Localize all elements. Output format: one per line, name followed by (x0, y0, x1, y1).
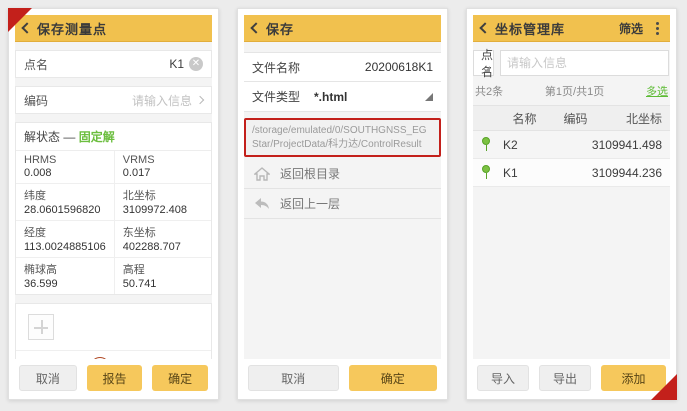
file-name-value: 20200618K1 (365, 60, 433, 74)
clear-icon[interactable]: ✕ (189, 57, 203, 71)
header-name: 名称 (499, 110, 550, 127)
metric-vrms: VRMS0.017 (115, 151, 211, 183)
appbar-coordinate-library: 坐标管理库 筛选 (473, 15, 670, 42)
metric-east: 东坐标402288.707 (115, 220, 211, 257)
solution-panel: 解状态 — 固定解 HRMS0.008 VRMS0.017 纬度28.06015… (15, 122, 212, 295)
header-north: 北坐标 (601, 110, 670, 127)
point-name-label: 点名 (24, 56, 48, 73)
multi-select-link[interactable]: 多选 (646, 83, 668, 99)
metric-elevation: 高程50.741 (115, 257, 211, 294)
point-pin-icon (481, 137, 491, 152)
row-name: K2 (499, 138, 545, 152)
row-north: 3109944.236 (592, 166, 670, 180)
photo-thumbnail-area (16, 304, 211, 351)
point-name-field[interactable]: 点名 K1 ✕ (15, 50, 212, 78)
point-name-value: K1 (169, 57, 184, 71)
code-label: 编码 (24, 92, 48, 109)
annotation-corner-red-icon (651, 374, 677, 400)
export-button[interactable]: 导出 (539, 365, 591, 391)
home-icon (254, 167, 270, 181)
back-arrow-icon (254, 197, 270, 211)
screenshot-stage: 保存测量点 点名 K1 ✕ 编码 请输入信息 解状态 — 固定解 (0, 0, 687, 411)
photo-panel: 拍照 (15, 303, 212, 359)
search-input[interactable] (500, 50, 669, 76)
table-row[interactable]: K2 3109941.498 (473, 131, 670, 159)
table-header: 名称 编码 北坐标 (473, 105, 670, 131)
ok-button[interactable]: 确定 (349, 365, 438, 391)
page-indicator: 第1页/共1页 (503, 83, 646, 99)
record-count: 共2条 (475, 83, 503, 99)
back-icon[interactable] (479, 22, 490, 33)
search-field-selector[interactable]: 点名 (473, 50, 494, 76)
annotation-corner-red-icon (8, 8, 32, 32)
ok-button[interactable]: 确定 (152, 365, 208, 391)
row-name: K1 (499, 166, 545, 180)
page-title: 保存 (266, 19, 294, 38)
solution-status-label: 解状态 — (24, 130, 75, 144)
table-row[interactable]: K1 3109944.236 (473, 159, 670, 187)
metric-north: 北坐标3109972.408 (115, 183, 211, 220)
point-pin-icon (481, 165, 491, 180)
file-type-value: *.html (314, 90, 347, 104)
nav-root-label: 返回根目录 (280, 165, 340, 182)
row-north: 3109941.498 (592, 138, 670, 152)
file-name-label: 文件名称 (252, 59, 300, 76)
overflow-menu-icon[interactable] (653, 20, 662, 37)
metrics-grid: HRMS0.008 VRMS0.017 纬度28.0601596820 北坐标3… (16, 151, 211, 294)
appbar-save: 保存 (244, 15, 441, 42)
add-photo-placeholder[interactable] (28, 314, 54, 340)
code-field[interactable]: 编码 请输入信息 (15, 86, 212, 114)
file-name-field[interactable]: 文件名称 20200618K1 (244, 52, 441, 82)
dropdown-corner-icon (425, 93, 433, 101)
stats-row: 共2条 第1页/共1页 多选 (473, 83, 670, 105)
dropdown-corner-icon (484, 66, 490, 72)
file-type-label: 文件类型 (252, 88, 300, 105)
file-type-dropdown[interactable]: 文件类型 *.html (244, 82, 441, 112)
search-field-label: 点名 (481, 46, 493, 80)
header-code: 编码 (550, 110, 601, 127)
appbar-save-measure-point: 保存测量点 (15, 15, 212, 42)
screen-save-file: 保存 文件名称 20200618K1 文件类型 *.html /storage/… (237, 8, 448, 400)
nav-up-directory[interactable]: 返回上一层 (244, 189, 441, 219)
page-title: 坐标管理库 (495, 19, 565, 38)
filter-button[interactable]: 筛选 (615, 18, 647, 39)
save-file-content: 文件名称 20200618K1 文件类型 *.html /storage/emu… (244, 42, 441, 359)
report-button[interactable]: 报告 (87, 365, 143, 391)
metric-longitude: 经度113.0024885106 (16, 220, 115, 257)
nav-root-directory[interactable]: 返回根目录 (244, 159, 441, 189)
screen-save-measure-point: 保存测量点 点名 K1 ✕ 编码 请输入信息 解状态 — 固定解 (8, 8, 219, 400)
take-photo-button[interactable]: 拍照 (16, 351, 211, 359)
metric-hrms: HRMS0.008 (16, 151, 115, 183)
import-button[interactable]: 导入 (477, 365, 529, 391)
save-point-button-bar: 取消 报告 确定 (9, 359, 218, 399)
metric-ellipsoid-height: 椭球高36.599 (16, 257, 115, 294)
solution-status: 解状态 — 固定解 (16, 123, 211, 151)
cancel-button[interactable]: 取消 (248, 365, 339, 391)
coordinate-library-button-bar: 导入 导出 添加 (467, 359, 676, 399)
save-point-content: 点名 K1 ✕ 编码 请输入信息 解状态 — 固定解 (15, 42, 212, 359)
code-placeholder: 请输入信息 (132, 92, 192, 109)
cancel-button[interactable]: 取消 (19, 365, 77, 391)
chevron-right-icon (196, 96, 204, 104)
metric-latitude: 纬度28.0601596820 (16, 183, 115, 220)
solution-status-value: 固定解 (79, 130, 115, 144)
save-file-button-bar: 取消 确定 (238, 359, 447, 399)
coordinate-library-content: 点名 共2条 第1页/共1页 多选 名称 编码 北坐标 K2 (473, 42, 670, 359)
nav-up-label: 返回上一层 (280, 195, 340, 212)
page-title: 保存测量点 (37, 19, 107, 38)
search-bar: 点名 (473, 50, 670, 76)
back-icon[interactable] (250, 22, 261, 33)
screen-coordinate-library: 坐标管理库 筛选 点名 共2条 第1页/共1页 多选 名称 (466, 8, 677, 400)
current-path-box: /storage/emulated/0/SOUTHGNSS_EGStar/Pro… (244, 118, 441, 157)
